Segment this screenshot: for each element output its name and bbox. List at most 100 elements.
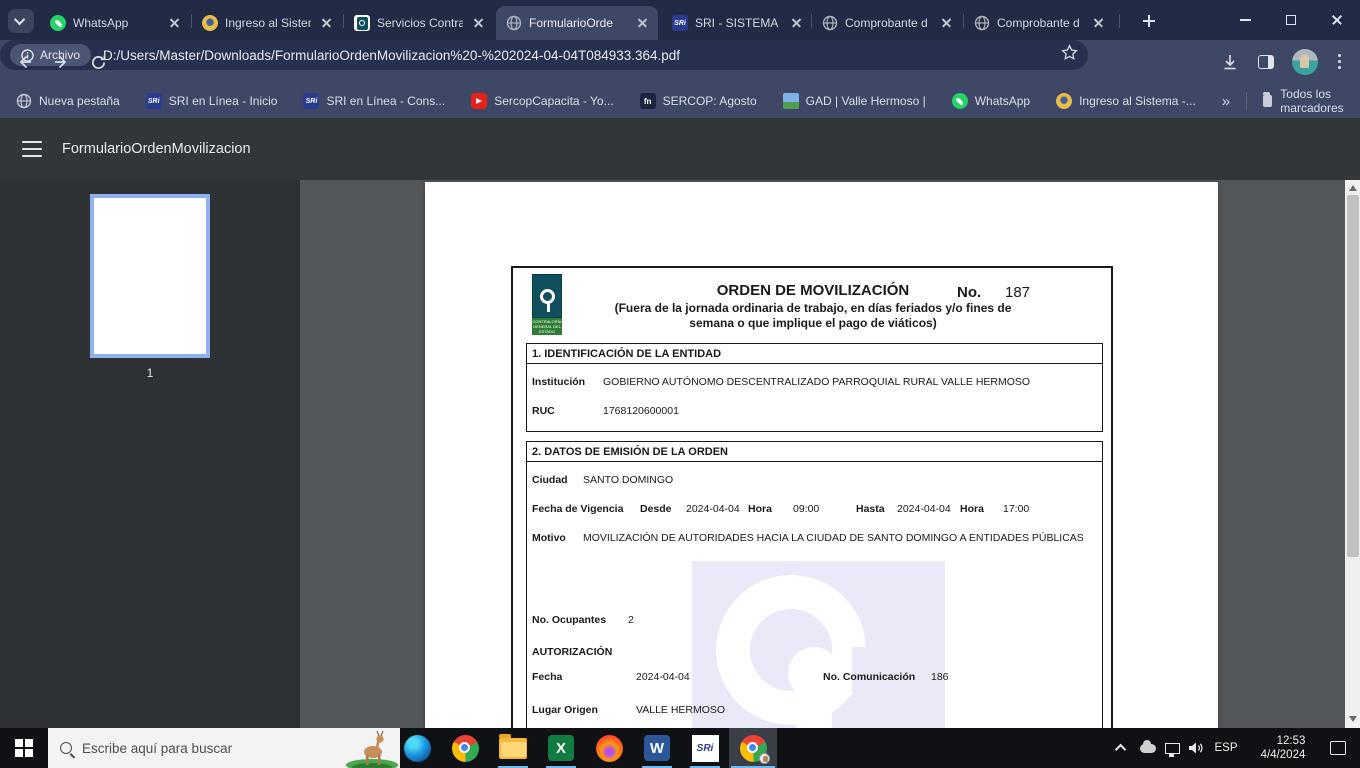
star-icon <box>1061 44 1078 60</box>
motivo-label: Motivo <box>532 532 566 544</box>
tray-network[interactable] <box>1160 728 1184 768</box>
bookmark-nueva-pestana[interactable]: Nueva pestaña <box>16 93 120 109</box>
bookmark-gad-valle-hermoso[interactable]: GAD | Valle Hermoso | <box>782 93 926 109</box>
tray-show-hidden-icons[interactable] <box>1108 728 1136 768</box>
scrollbar-thumb[interactable] <box>1346 195 1359 557</box>
all-bookmarks-label[interactable]: Todos los marcadores <box>1280 87 1350 115</box>
tab-comprobante-2[interactable]: Comprobante d <box>964 6 1114 40</box>
tab-sri-sistema[interactable]: SRi SRI - SISTEMA D <box>662 6 812 40</box>
ecuador-crest-icon <box>1056 93 1073 109</box>
profile-avatar[interactable] <box>1292 49 1318 75</box>
tab-formulario-active[interactable]: FormularioOrde <box>496 6 658 40</box>
browser-toolbar: Archivo D:/Users/Master/Downloads/Formul… <box>0 40 1360 84</box>
thumbnail-panel: 1 <box>0 180 300 728</box>
tab-close-icon[interactable] <box>1090 15 1107 32</box>
globe-icon <box>974 15 990 31</box>
tab-close-icon[interactable] <box>938 15 955 32</box>
tray-language[interactable]: ESP <box>1208 728 1244 768</box>
window-maximize-button[interactable] <box>1268 0 1314 40</box>
pdf-toolbar: FormularioOrdenMovilizacion 1 / 1 100% <box>0 118 1360 280</box>
taskbar-search-box[interactable]: Escribe aquí para buscar <box>48 728 400 768</box>
tab-close-icon[interactable] <box>788 15 805 32</box>
three-dots-icon <box>1338 54 1342 70</box>
ecuador-crest-icon <box>202 15 218 31</box>
forward-button[interactable] <box>48 49 76 75</box>
taskbar-edge[interactable] <box>393 728 441 768</box>
new-tab-button[interactable] <box>1136 8 1162 34</box>
tab-close-icon[interactable] <box>470 15 487 32</box>
search-highlight-animal-image[interactable] <box>346 728 398 768</box>
bookmark-sri-consultas[interactable]: SRi SRI en Línea - Cons... <box>303 93 445 109</box>
taskbar-chrome[interactable] <box>441 728 489 768</box>
bookmark-star-button[interactable] <box>1061 44 1078 66</box>
firefox-icon <box>595 734 623 762</box>
comunicacion-label: No. Comunicación <box>823 671 916 683</box>
address-bar[interactable]: Archivo D:/Users/Master/Downloads/Formul… <box>0 40 1088 70</box>
bookmark-label: SRI en Línea - Cons... <box>326 94 446 108</box>
bookmark-label: Ingreso al Sistema -... <box>1079 94 1196 108</box>
tab-whatsapp[interactable]: WhatsApp <box>40 6 190 40</box>
bookmarks-overflow-chevron[interactable]: » <box>1222 93 1230 110</box>
whatsapp-icon <box>951 93 968 109</box>
hora2-value: 17:00 <box>1003 503 1030 515</box>
tab-comprobante-1[interactable]: Comprobante d <box>812 6 962 40</box>
back-button[interactable] <box>10 49 38 75</box>
taskbar-word[interactable]: W <box>633 728 681 768</box>
tray-volume[interactable] <box>1184 728 1208 768</box>
reload-button[interactable] <box>84 49 112 75</box>
tab-close-icon[interactable] <box>166 15 183 32</box>
downloads-button[interactable] <box>1216 49 1244 75</box>
taskbar-excel[interactable]: X <box>537 728 585 768</box>
minimize-icon <box>1239 19 1251 21</box>
scrollbar-down-arrow[interactable] <box>1348 716 1357 722</box>
hora1-value: 09:00 <box>793 503 820 515</box>
side-panel-button[interactable] <box>1252 49 1280 75</box>
tab-ingreso-sistema[interactable]: Ingreso al Sistem <box>192 6 342 40</box>
page-thumbnail[interactable] <box>90 194 210 358</box>
bookmark-sercop-youtube[interactable]: SercopCapacita - Yo... <box>471 93 614 109</box>
scrollbar-up-arrow[interactable] <box>1348 185 1357 191</box>
bookmark-sercop-agosto[interactable]: fn SERCOP: Agosto <box>639 93 757 109</box>
viewer-scrollbar[interactable] <box>1345 180 1360 728</box>
start-button[interactable] <box>0 728 48 768</box>
taskbar-firefox[interactable] <box>585 728 633 768</box>
bookmark-whatsapp[interactable]: WhatsApp <box>951 93 1030 109</box>
clock-time: 12:53 <box>1276 735 1306 747</box>
browser-menu-button[interactable] <box>1326 49 1354 75</box>
pdf-page: CONTRALORÍA GENERAL DEL ESTADO ORDEN DE … <box>425 182 1218 728</box>
tab-servicios-contraloria[interactable]: Servicios Contra <box>344 6 494 40</box>
chevron-up-icon <box>1114 743 1127 756</box>
folder-icon <box>1262 92 1273 107</box>
pdf-viewer-area: 1 CONTRALORÍA GENERAL DEL ESTADO ORDEN D… <box>0 180 1360 728</box>
tray-action-center[interactable] <box>1322 728 1354 768</box>
fn-badge-icon: fn <box>639 93 656 109</box>
language-label: ESP <box>1214 742 1238 754</box>
taskbar-chrome-active[interactable] <box>729 728 777 768</box>
thumbnail-page-number: 1 <box>146 366 154 380</box>
tray-clock[interactable]: 12:53 4/4/2024 <box>1250 728 1316 768</box>
taskbar-sri-app[interactable]: SRi <box>681 728 729 768</box>
bookmark-sri-inicio[interactable]: SRi SRI en Línea - Inicio <box>145 93 277 109</box>
word-icon: W <box>644 735 670 761</box>
origen-value: VALLE HERMOSO <box>636 704 726 716</box>
window-minimize-button[interactable] <box>1222 0 1268 40</box>
bookmark-ingreso-sistema[interactable]: Ingreso al Sistema -... <box>1056 93 1196 109</box>
whatsapp-icon <box>50 15 66 31</box>
profile-badge-icon <box>759 753 770 764</box>
origen-label: Lugar Origen <box>532 704 598 716</box>
taskbar-file-explorer[interactable] <box>489 728 537 768</box>
cloud-icon <box>1140 739 1156 753</box>
bookmark-label: GAD | Valle Hermoso | <box>805 94 926 108</box>
tab-close-icon[interactable] <box>318 15 335 32</box>
window-close-button[interactable] <box>1314 0 1360 40</box>
comunicacion-value: 186 <box>931 671 949 683</box>
tab-label: Comprobante d <box>845 16 928 30</box>
url-text[interactable]: D:/Users/Master/Downloads/FormularioOrde… <box>103 48 1053 63</box>
fecha-label: Fecha <box>532 671 563 683</box>
tab-close-icon[interactable] <box>634 15 651 32</box>
ocupantes-label: No. Ocupantes <box>532 614 607 626</box>
tab-search-button[interactable] <box>8 9 34 33</box>
ciudad-label: Ciudad <box>532 474 568 486</box>
pdf-menu-button[interactable] <box>22 141 42 157</box>
tray-onedrive[interactable] <box>1136 728 1160 768</box>
